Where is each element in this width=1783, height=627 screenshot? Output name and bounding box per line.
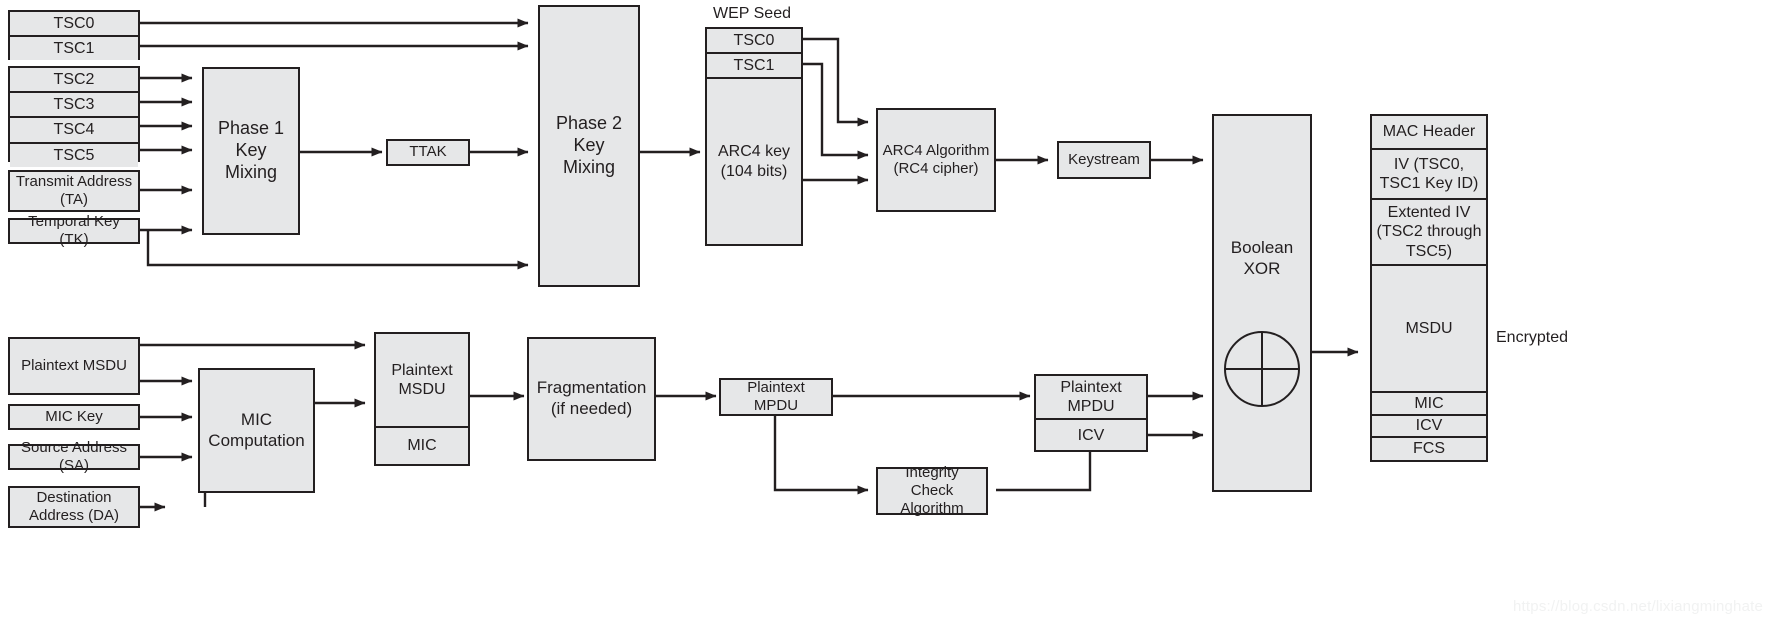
boolean-xor-box[interactable]: Boolean XOR	[1212, 114, 1312, 492]
wire-wepseed-tsc0-to-arc4	[803, 37, 869, 127]
fragmentation-box[interactable]: Fragmentation (if needed)	[527, 337, 656, 461]
ttak-box[interactable]: TTAK	[386, 139, 470, 166]
wire-mpdu-to-integrity-check	[773, 415, 869, 495]
plaintext-msdu-input-box[interactable]: Plaintext MSDU	[8, 337, 140, 395]
mic-key-box[interactable]: MIC Key	[8, 404, 140, 430]
tsc4-box[interactable]: TSC4	[10, 118, 138, 144]
mic-computation-box[interactable]: MIC Computation	[198, 368, 315, 493]
boolean-xor-label: Boolean XOR	[1230, 238, 1294, 278]
mac-frame-msdu[interactable]: MSDU	[1372, 266, 1486, 393]
keystream-box[interactable]: Keystream	[1057, 141, 1151, 179]
wep-seed-tsc1-cell[interactable]: TSC1	[707, 54, 801, 79]
plaintext-msdu-cell[interactable]: Plaintext MSDU	[376, 334, 468, 428]
temporal-key-box[interactable]: Temporal Key (TK)	[8, 213, 140, 248]
phase2-key-mixing-box[interactable]: Phase 2 Key Mixing	[538, 5, 640, 287]
tkip-encryption-diagram: TSC0 TSC1 TSC2 TSC3 TSC4 TSC5 Transmit A…	[0, 0, 1783, 627]
transmit-address-box[interactable]: Transmit Address (TA)	[8, 170, 140, 212]
plaintext-mpdu-icv-stack: Plaintext MPDU ICV	[1034, 374, 1148, 452]
mac-frame-extended-iv[interactable]: Extented IV (TSC2 through TSC5)	[1372, 200, 1486, 266]
source-address-box[interactable]: Source Address (SA)	[8, 439, 140, 474]
encrypted-label: Encrypted	[1496, 329, 1569, 346]
wire-tk-to-phase2	[146, 231, 529, 270]
phase1-key-mixing-box[interactable]: Phase 1 Key Mixing	[202, 67, 300, 235]
xor-symbol-icon	[1224, 331, 1300, 407]
plaintext-msdu-mic-stack: Plaintext MSDU MIC	[374, 332, 470, 466]
icv-cell[interactable]: ICV	[1036, 420, 1146, 450]
mac-frame-iv[interactable]: IV (TSC0, TSC1 Key ID)	[1372, 150, 1486, 200]
mac-frame-icv[interactable]: ICV	[1372, 416, 1486, 438]
tsc-phase1-stack: TSC2 TSC3 TSC4 TSC5	[8, 66, 140, 167]
tsc2-box[interactable]: TSC2	[10, 68, 138, 94]
mac-frame-mic[interactable]: MIC	[1372, 393, 1486, 416]
tsc1-box[interactable]: TSC1	[10, 37, 138, 61]
integrity-check-algorithm-box[interactable]: Integrity Check Algorithm	[876, 464, 988, 517]
wire-wepseed-tsc1-to-arc4	[803, 62, 869, 160]
mac-frame-stack: MAC Header IV (TSC0, TSC1 Key ID) Extent…	[1370, 114, 1488, 462]
wep-seed-label: WEP Seed	[713, 5, 791, 22]
plaintext-mpdu-box[interactable]: Plaintext MPDU	[719, 378, 833, 416]
tsc-top-stack: TSC0 TSC1	[8, 10, 140, 61]
wep-seed-tsc0-cell[interactable]: TSC0	[707, 29, 801, 54]
plaintext-mpdu-cell[interactable]: Plaintext MPDU	[1036, 376, 1146, 421]
mac-frame-fcs[interactable]: FCS	[1372, 438, 1486, 460]
wep-seed-arc4-key-cell[interactable]: ARC4 key (104 bits)	[707, 79, 801, 244]
watermark-text: https://blog.csdn.net/lixiangminghate	[1513, 598, 1764, 615]
tsc3-box[interactable]: TSC3	[10, 93, 138, 119]
tsc5-box[interactable]: TSC5	[10, 143, 138, 167]
mic-cell[interactable]: MIC	[376, 428, 468, 464]
arc4-algorithm-box[interactable]: ARC4 Algorithm (RC4 cipher)	[876, 108, 996, 212]
destination-address-box[interactable]: Destination Address (DA)	[8, 486, 140, 528]
wep-seed-stack: TSC0 TSC1 ARC4 key (104 bits)	[705, 27, 803, 246]
tsc0-box[interactable]: TSC0	[10, 12, 138, 38]
mac-frame-mac-header[interactable]: MAC Header	[1372, 116, 1486, 150]
